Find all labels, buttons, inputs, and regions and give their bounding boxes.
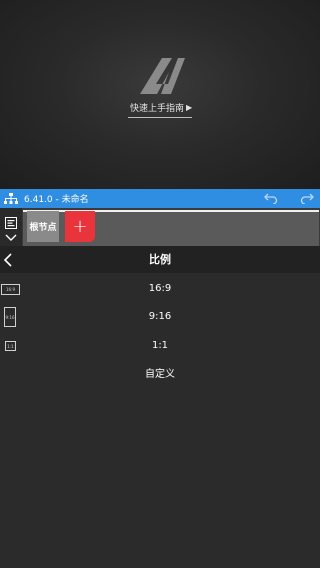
redo-icon[interactable]: [300, 192, 314, 204]
node-tree-icon[interactable]: [4, 192, 18, 205]
app-logo-icon: [140, 58, 185, 94]
ratio-option-label: 1:1: [151, 340, 169, 351]
play-icon: ▶: [186, 103, 193, 112]
panel-title: 比例: [149, 253, 171, 266]
panel-header: 比例: [0, 246, 320, 273]
plus-icon: +: [72, 215, 88, 237]
ratio-option-1-1[interactable]: 1:1 1:1: [0, 334, 320, 358]
ratio-option-label: 自定义: [145, 369, 175, 380]
chevron-down-icon[interactable]: [5, 234, 17, 242]
ratio-option-16-9[interactable]: 16:9 16:9: [0, 277, 320, 301]
quick-start-guide-label: 快速上手指南: [130, 104, 185, 114]
undo-icon[interactable]: [264, 192, 278, 204]
add-node-button[interactable]: +: [65, 211, 95, 242]
ratio-option-label: 16:9: [148, 283, 172, 294]
ratio-option-label: 9:16: [148, 311, 172, 322]
ratio-option-custom[interactable]: 自定义: [0, 363, 320, 387]
ratio-option-9-16[interactable]: 9:16 9:16: [0, 305, 320, 329]
quick-start-guide-link[interactable]: 快速上手指南 ▶: [130, 101, 192, 114]
node-bar-side: [0, 208, 22, 246]
root-node[interactable]: 根节点: [27, 211, 59, 242]
back-icon[interactable]: [3, 253, 13, 267]
ratio-list: 16:9 16:9 9:16 9:16 1:1 1:1 自定义: [0, 273, 320, 568]
guide-underline: [128, 117, 192, 118]
list-icon[interactable]: [5, 217, 17, 229]
top-bar: 6.41.0 - 未命名: [0, 189, 320, 208]
app-title: 6.41.0 - 未命名: [24, 195, 89, 205]
preview-canvas: 快速上手指南 ▶: [0, 0, 320, 189]
